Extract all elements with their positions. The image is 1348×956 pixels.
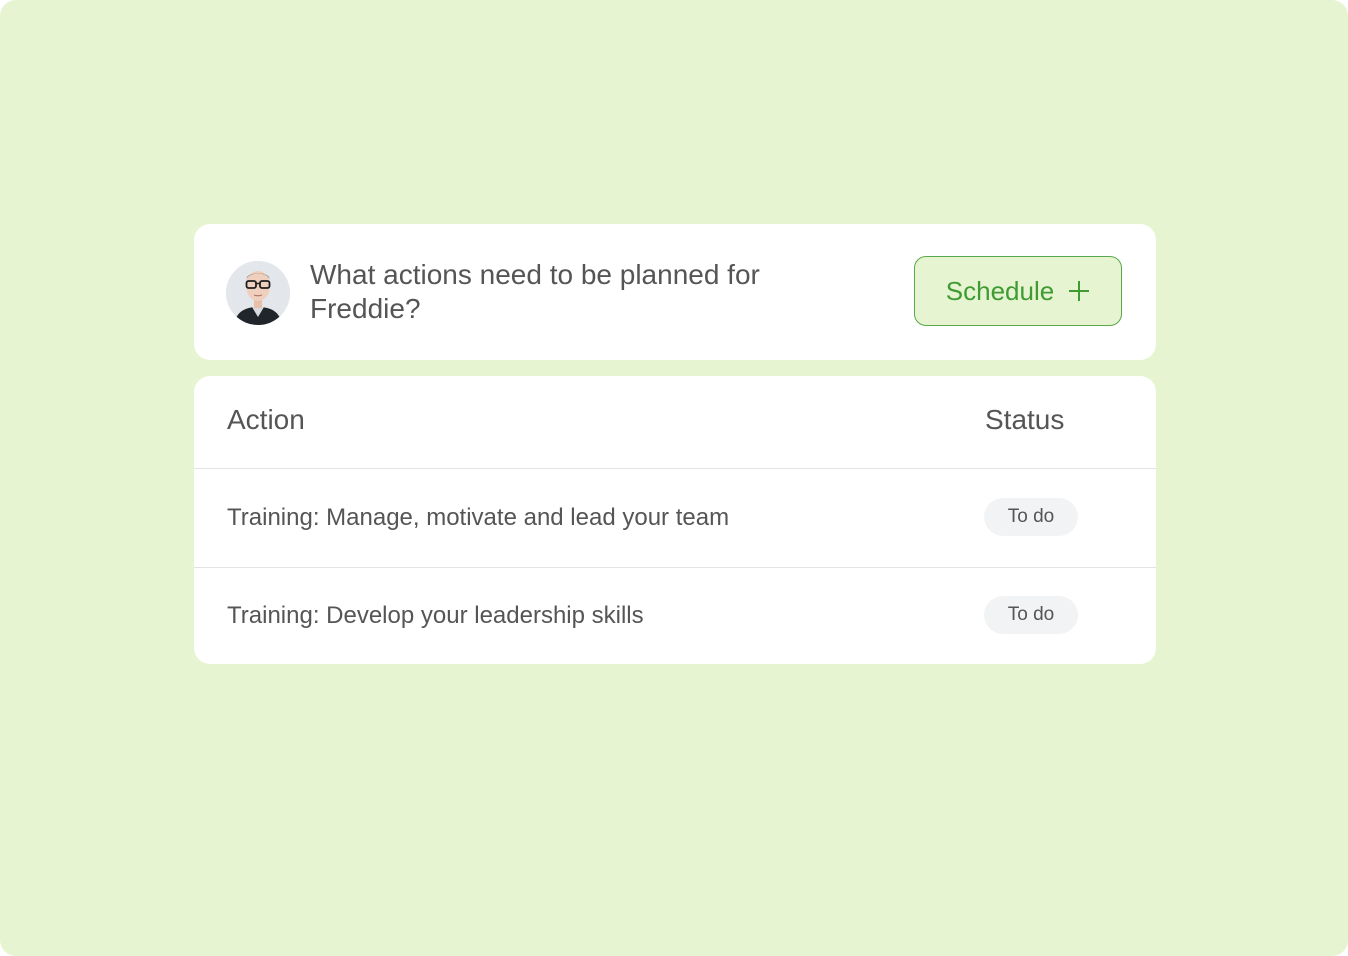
table-row[interactable]: Training: Manage, motivate and lead your… xyxy=(194,469,1156,568)
page-background: What actions need to be planned for Fred… xyxy=(0,0,1348,956)
actions-table: Action Status Training: Manage, motivate… xyxy=(194,376,1156,664)
action-name: Training: Develop your leadership skills xyxy=(227,602,644,629)
action-column-header: Action xyxy=(227,404,305,435)
action-name: Training: Manage, motivate and lead your… xyxy=(227,504,730,531)
planning-question: What actions need to be planned for Fred… xyxy=(310,259,760,324)
schedule-button[interactable]: Schedule xyxy=(914,256,1122,326)
status-column-header: Status xyxy=(985,404,1065,435)
avatar xyxy=(226,261,290,325)
status-badge: To do xyxy=(984,596,1078,634)
person-photo-icon xyxy=(226,261,290,325)
table-header: Action Status xyxy=(194,376,1156,469)
planning-prompt-card: What actions need to be planned for Fred… xyxy=(194,224,1156,360)
status-badge: To do xyxy=(984,498,1078,536)
table-row[interactable]: Training: Develop your leadership skills… xyxy=(194,567,1156,664)
schedule-button-label: Schedule xyxy=(945,275,1055,306)
plus-icon xyxy=(1068,280,1090,302)
